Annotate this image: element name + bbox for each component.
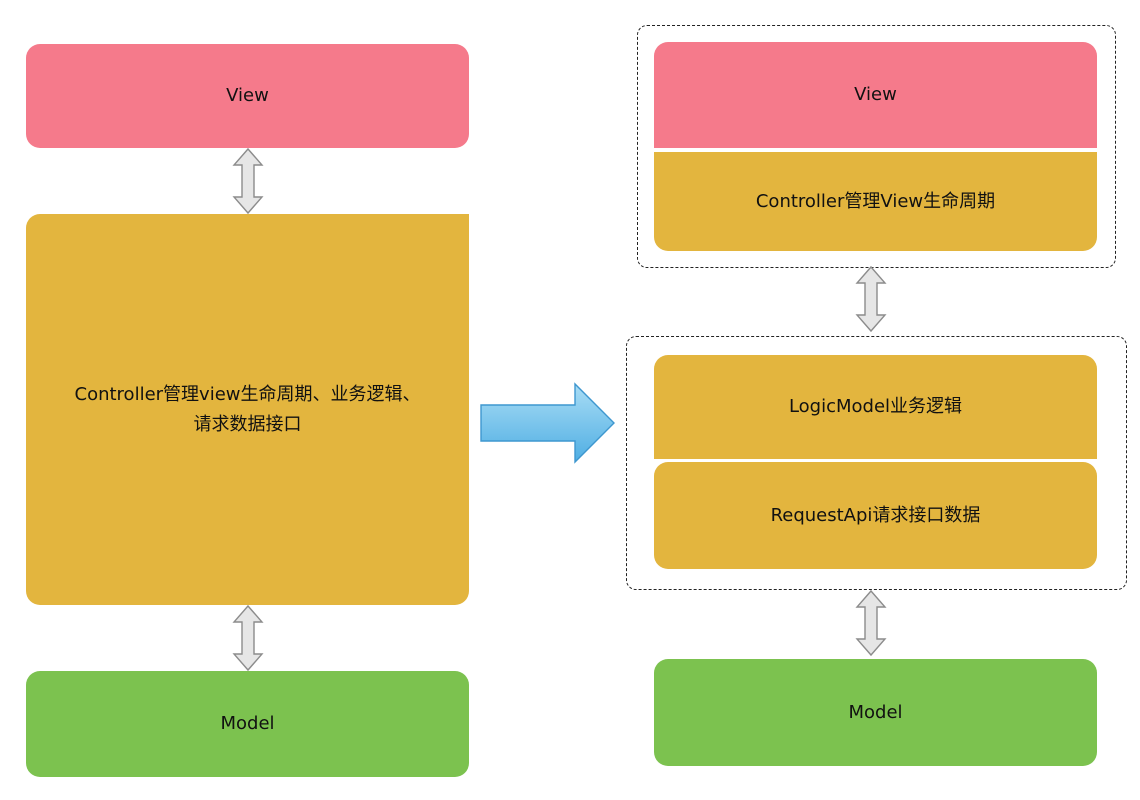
right-request-label: RequestApi请求接口数据 <box>770 504 981 526</box>
right-view-box: View <box>654 42 1097 148</box>
right-logic-box: LogicModel业务逻辑 <box>654 355 1097 459</box>
left-view-controller-connector <box>232 147 264 215</box>
right-request-model-connector <box>855 589 887 657</box>
left-model-label: Model <box>220 713 275 734</box>
right-controller-logic-connector <box>855 265 887 333</box>
left-view-box: View <box>26 44 469 148</box>
right-logic-label: LogicModel业务逻辑 <box>788 396 963 417</box>
right-model-label: Model <box>848 701 903 723</box>
right-controller-box: Controller管理View生命周期 <box>654 152 1097 251</box>
left-view-label: View <box>226 85 269 106</box>
left-controller-model-connector <box>232 604 264 672</box>
right-view-label: View <box>854 84 897 105</box>
refactor-transition-arrow <box>480 382 615 464</box>
left-controller-box: Controller管理view生命周期、业务逻辑、 请求数据接口 <box>26 214 469 605</box>
left-controller-label-line1: Controller管理view生命周期、业务逻辑、 <box>74 383 421 405</box>
right-controller-label: Controller管理View生命周期 <box>755 190 996 212</box>
left-model-box: Model <box>26 671 469 777</box>
right-request-box: RequestApi请求接口数据 <box>654 462 1097 569</box>
right-model-box: Model <box>654 659 1097 766</box>
left-controller-label-line2: 请求数据接口 <box>193 413 302 435</box>
